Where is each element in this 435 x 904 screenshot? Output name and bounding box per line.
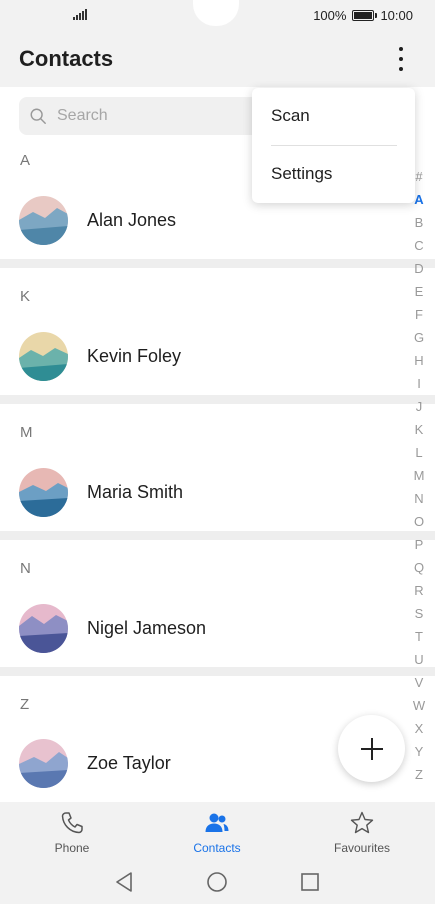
- phone-icon: [61, 812, 83, 834]
- index-letter[interactable]: G: [407, 326, 431, 349]
- battery-icon: [352, 10, 378, 21]
- index-letter[interactable]: N: [407, 487, 431, 510]
- index-letter[interactable]: D: [407, 257, 431, 280]
- signal-icon: [73, 9, 87, 20]
- contact-name[interactable]: Alan Jones: [87, 210, 176, 231]
- home-icon[interactable]: [206, 871, 228, 893]
- contacts-icon: [205, 813, 229, 832]
- index-letter[interactable]: X: [407, 717, 431, 740]
- overflow-menu: Scan Settings: [252, 88, 415, 203]
- index-letter[interactable]: K: [407, 418, 431, 441]
- section-letter: Z: [20, 696, 30, 713]
- search-placeholder: Search: [57, 107, 108, 124]
- index-letter[interactable]: M: [407, 464, 431, 487]
- index-letter[interactable]: H: [407, 349, 431, 372]
- index-letter[interactable]: O: [407, 510, 431, 533]
- contact-name[interactable]: Nigel Jameson: [87, 618, 206, 639]
- nav-label: Phone: [54, 841, 90, 855]
- index-letter[interactable]: V: [407, 671, 431, 694]
- index-letter[interactable]: F: [407, 303, 431, 326]
- bottom-navigation: Phone Contacts Favourites: [0, 802, 435, 862]
- index-letter[interactable]: I: [407, 372, 431, 395]
- section-separator: [0, 531, 435, 540]
- section-separator: [0, 667, 435, 676]
- page-title: Contacts: [19, 46, 114, 71]
- system-navigation-bar: [0, 862, 435, 904]
- nav-label: Favourites: [333, 841, 391, 855]
- section-separator: [0, 395, 435, 404]
- camera-notch: [193, 0, 239, 26]
- nav-contacts[interactable]: Contacts: [162, 802, 272, 862]
- section-letter: N: [20, 560, 31, 577]
- index-letter[interactable]: R: [407, 579, 431, 602]
- avatar[interactable]: [19, 332, 68, 381]
- battery-percent: 100%: [313, 8, 347, 23]
- section-letter: A: [20, 152, 31, 169]
- recents-icon[interactable]: [300, 872, 320, 892]
- nav-favourites[interactable]: Favourites: [307, 802, 417, 862]
- search-input[interactable]: Search: [19, 97, 269, 135]
- contact-name[interactable]: Zoe Taylor: [87, 753, 171, 774]
- menu-item-scan[interactable]: Scan: [271, 106, 310, 126]
- avatar[interactable]: [19, 604, 68, 653]
- status-bar: 100% 10:00: [0, 0, 435, 32]
- avatar[interactable]: [19, 196, 68, 245]
- more-options-icon[interactable]: [389, 46, 413, 72]
- menu-divider: [271, 145, 397, 146]
- clock: 10:00: [380, 8, 413, 23]
- app-header: Contacts: [0, 32, 435, 87]
- index-letter[interactable]: Y: [407, 740, 431, 763]
- status-right: 100% 10:00: [313, 8, 413, 23]
- contact-name[interactable]: Kevin Foley: [87, 346, 181, 367]
- add-contact-button[interactable]: [338, 715, 405, 782]
- section-separator: [0, 259, 435, 268]
- index-letter[interactable]: J: [407, 395, 431, 418]
- index-letter[interactable]: U: [407, 648, 431, 671]
- avatar[interactable]: [19, 468, 68, 517]
- menu-item-settings[interactable]: Settings: [271, 164, 332, 184]
- nav-phone[interactable]: Phone: [17, 802, 127, 862]
- index-letter[interactable]: B: [407, 211, 431, 234]
- avatar[interactable]: [19, 739, 68, 788]
- index-letter[interactable]: E: [407, 280, 431, 303]
- contact-name[interactable]: Maria Smith: [87, 482, 183, 503]
- index-letter[interactable]: Z: [407, 763, 431, 786]
- nav-label: Contacts: [193, 841, 241, 855]
- section-letter: M: [20, 424, 33, 441]
- plus-icon: [360, 737, 383, 760]
- star-icon: [350, 811, 374, 834]
- index-letter[interactable]: S: [407, 602, 431, 625]
- index-letter[interactable]: C: [407, 234, 431, 257]
- index-letter[interactable]: Q: [407, 556, 431, 579]
- index-letter[interactable]: W: [407, 694, 431, 717]
- section-letter: K: [20, 288, 31, 305]
- search-icon: [30, 108, 46, 124]
- index-letter[interactable]: P: [407, 533, 431, 556]
- alphabet-index[interactable]: # A B C D E F G H I J K L M N O P Q R S T U V W X Y Z: [407, 165, 431, 786]
- index-letter[interactable]: L: [407, 441, 431, 464]
- index-letter[interactable]: T: [407, 625, 431, 648]
- back-icon[interactable]: [114, 871, 134, 893]
